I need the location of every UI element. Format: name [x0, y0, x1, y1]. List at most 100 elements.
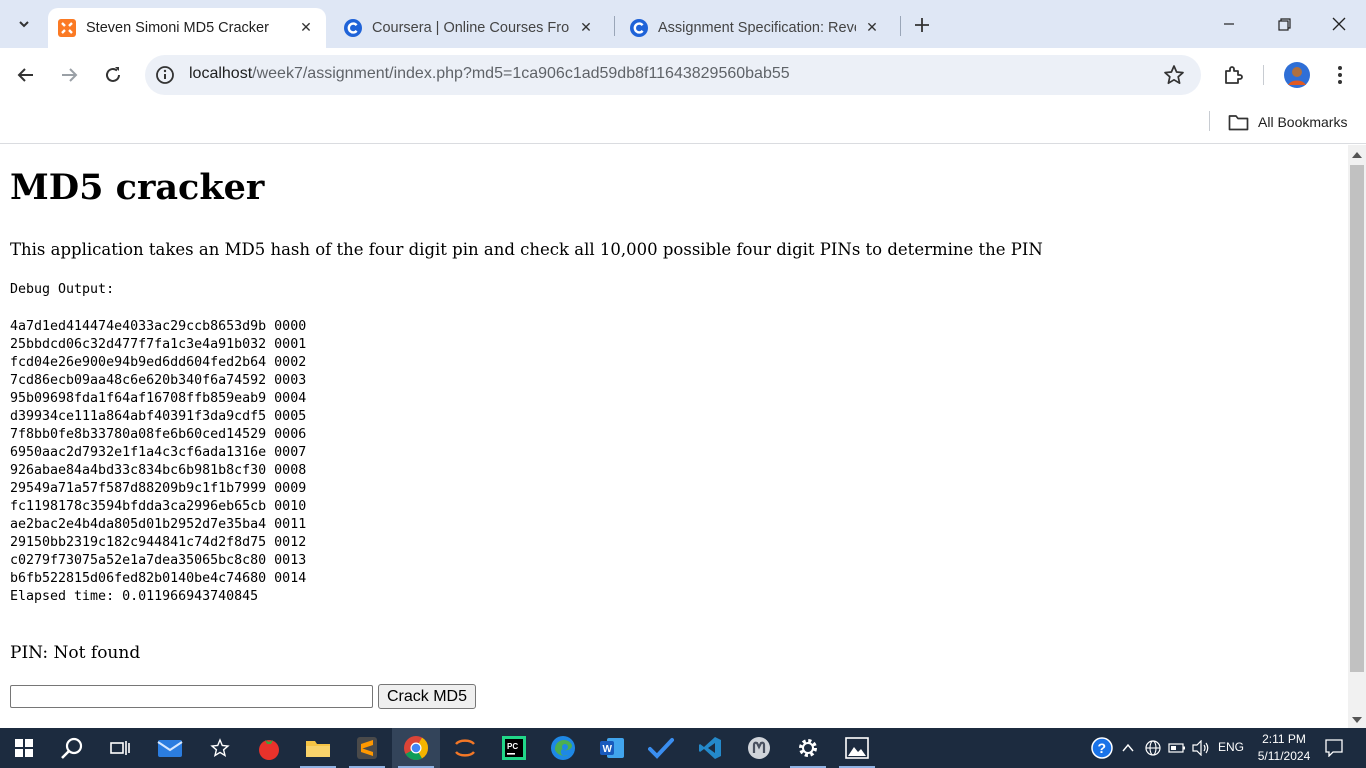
checkmark-icon	[648, 738, 674, 759]
taskbar-photos[interactable]	[833, 728, 881, 768]
debug-row: d39934ce111a864abf40391f3da9cdf5 0005	[10, 409, 307, 424]
taskbar-file-explorer[interactable]	[294, 728, 342, 768]
site-info-icon[interactable]	[155, 65, 175, 85]
taskbar-todo[interactable]	[637, 728, 685, 768]
tab-assignment-spec[interactable]: Assignment Specification: Rever ✕	[620, 8, 892, 48]
tab-md5-cracker[interactable]: Steven Simoni MD5 Cracker ✕	[48, 8, 326, 48]
crack-md5-button[interactable]: Crack MD5	[378, 684, 476, 709]
taskbar-mysql-workbench[interactable]	[735, 728, 783, 768]
taskbar-pycharm[interactable]: PC	[490, 728, 538, 768]
chevron-down-icon	[19, 21, 29, 28]
debug-row: 29150bb2319c182c944841c74d2f8d75 0012	[10, 535, 307, 550]
clock-time: 2:11 PM	[1262, 732, 1306, 746]
forward-button[interactable]	[53, 59, 85, 91]
database-icon	[748, 737, 770, 759]
minimize-icon	[1224, 23, 1234, 25]
address-bar[interactable]: localhost/week7/assignment/index.php?md5…	[145, 55, 1201, 95]
pycharm-icon: PC	[502, 736, 526, 760]
md5-input[interactable]	[10, 685, 373, 708]
system-clock[interactable]: 2:11 PM 5/11/2024	[1252, 731, 1316, 765]
restore-icon	[1277, 17, 1291, 31]
all-bookmarks-button[interactable]: All Bookmarks	[1228, 110, 1347, 134]
tomato-icon	[259, 740, 279, 760]
chrome-icon	[404, 736, 428, 761]
debug-row: 25bbdcd06c32d477f7fa1c3e4a91b032 0001	[10, 337, 307, 352]
taskbar-word[interactable]: W	[588, 728, 636, 768]
debug-row: c0279f73075a52e1a7dea35065bc8c80 0013	[10, 553, 307, 568]
close-tab-icon[interactable]: ✕	[576, 18, 596, 38]
debug-row: 6950aac2d7932e1f1a4c3cf6ada1316e 0007	[10, 445, 307, 460]
minimize-button[interactable]	[1201, 0, 1257, 48]
input-language[interactable]: ENG	[1218, 740, 1244, 754]
page-scrollbar[interactable]	[1348, 145, 1366, 728]
close-window-button[interactable]	[1311, 0, 1366, 48]
restore-button[interactable]	[1256, 0, 1312, 48]
show-hidden-icons[interactable]	[1119, 728, 1137, 768]
coursera-icon	[344, 19, 362, 37]
sublime-text-icon	[357, 737, 377, 759]
tab-title: Coursera | Online Courses From	[372, 20, 570, 36]
scroll-up-arrow[interactable]	[1352, 152, 1362, 158]
page-content: MD5 cracker This application takes an MD…	[0, 145, 1348, 728]
puzzle-icon	[1225, 66, 1243, 84]
url-path: /week7/assignment/index.php?md5=1ca906c1…	[252, 65, 790, 82]
extensions-button[interactable]	[1219, 61, 1247, 89]
profile-avatar[interactable]	[1283, 61, 1311, 89]
taskbar-tomato-timer[interactable]	[245, 728, 293, 768]
bookmarks-bar: All Bookmarks	[0, 102, 1366, 144]
bookmark-star-icon[interactable]	[1163, 64, 1185, 86]
help-icon[interactable]: ?	[1088, 728, 1116, 768]
edge-icon	[551, 736, 575, 760]
all-bookmarks-label: All Bookmarks	[1258, 114, 1348, 130]
search-button[interactable]	[48, 728, 96, 768]
search-icon	[61, 737, 83, 759]
tab-search-button[interactable]	[8, 8, 40, 40]
taskbar-jupyter[interactable]	[441, 728, 489, 768]
gear-icon	[799, 739, 817, 757]
url-text[interactable]: localhost/week7/assignment/index.php?md5…	[189, 65, 790, 83]
close-tab-icon[interactable]: ✕	[296, 18, 316, 38]
notification-icon	[1325, 739, 1343, 757]
scroll-down-arrow[interactable]	[1352, 717, 1362, 723]
xampp-icon	[58, 19, 76, 37]
notification-center[interactable]	[1320, 728, 1348, 768]
avatar-icon	[1284, 62, 1310, 88]
scroll-thumb[interactable]	[1350, 165, 1364, 672]
back-button[interactable]	[10, 59, 42, 91]
task-view-button[interactable]	[96, 728, 144, 768]
tab-strip: Steven Simoni MD5 Cracker ✕ Coursera | O…	[0, 0, 1366, 48]
battery-icon[interactable]	[1166, 728, 1188, 768]
bookmarks-separator	[1209, 111, 1210, 131]
svg-text:PC: PC	[507, 742, 518, 751]
network-icon[interactable]	[1142, 728, 1164, 768]
photos-icon	[845, 737, 869, 759]
close-tab-icon[interactable]: ✕	[862, 18, 882, 38]
debug-output-label: Debug Output:	[10, 282, 115, 297]
debug-row: 95b09698fda1f64af16708ffb859eab9 0004	[10, 391, 307, 406]
debug-row: 7f8bb0fe8b33780a08fe6b60ced14529 0006	[10, 427, 307, 442]
taskbar-vscode[interactable]	[686, 728, 734, 768]
volume-icon[interactable]	[1190, 728, 1212, 768]
tab-separator	[614, 16, 615, 36]
svg-text:?: ?	[1098, 740, 1107, 756]
help-circle-icon: ?	[1091, 737, 1113, 759]
taskbar-sublime-text[interactable]	[343, 728, 391, 768]
taskbar-chrome[interactable]	[392, 728, 440, 768]
tab-coursera[interactable]: Coursera | Online Courses From ✕	[334, 8, 606, 48]
vscode-icon	[699, 737, 721, 759]
start-button[interactable]	[0, 728, 48, 768]
folder-icon	[306, 741, 330, 757]
jupyter-icon	[455, 739, 475, 757]
debug-output: 4a7d1ed414474e4033ac29ccb8653d9b 0000 25…	[10, 318, 306, 606]
taskbar-pinned-app[interactable]	[196, 728, 244, 768]
taskbar-settings[interactable]	[784, 728, 832, 768]
debug-row: fc1198178c3594bfdda3ca2996eb65cb 0010	[10, 499, 307, 514]
taskbar-mail[interactable]	[146, 728, 194, 768]
reload-button[interactable]	[97, 59, 129, 91]
clock-date: 5/11/2024	[1257, 749, 1311, 763]
debug-row: 926abae84a4bd33c834bc6b981b8cf30 0008	[10, 463, 307, 478]
taskbar-edge[interactable]	[539, 728, 587, 768]
chrome-menu-button[interactable]	[1326, 61, 1354, 89]
page-description: This application takes an MD5 hash of th…	[10, 240, 1043, 259]
new-tab-button[interactable]	[909, 12, 935, 38]
